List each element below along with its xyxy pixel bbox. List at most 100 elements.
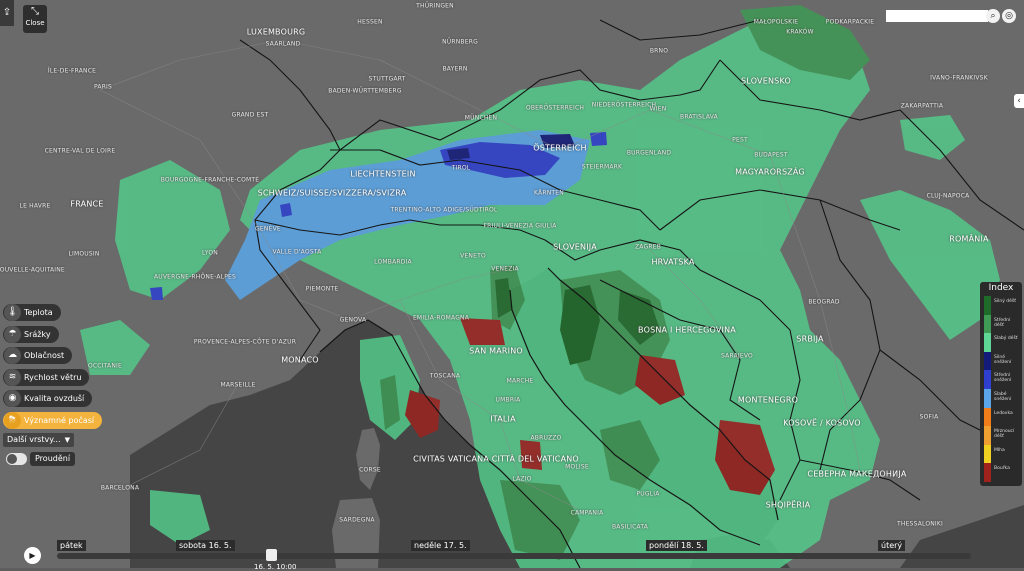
- region-label: Auvergne-Rhône-Alpes: [153, 273, 237, 281]
- region-label: Beograd: [808, 298, 840, 306]
- layer-srazky-icon: ☂: [4, 325, 21, 343]
- region-label: Trentino-Alto Adige/Südtirol: [390, 206, 498, 214]
- region-label: Hessen: [357, 18, 383, 26]
- region-label: Piemonte: [305, 285, 339, 293]
- corner-icon[interactable]: ⇪: [0, 0, 14, 26]
- legend-title: Index: [988, 283, 1014, 293]
- region-label: Kraków: [786, 28, 814, 36]
- locate-icon[interactable]: ◎: [1002, 9, 1016, 23]
- play-button[interactable]: ▶: [24, 547, 41, 564]
- region-label: Friuli-Venezia Giulia: [483, 222, 557, 230]
- legend-swatch: [984, 351, 991, 371]
- flow-toggle[interactable]: [6, 453, 27, 465]
- timeline-day-label[interactable]: úterý: [878, 540, 906, 551]
- region-label: Podkarpackie: [825, 18, 875, 26]
- country-label: San Marino: [469, 346, 523, 356]
- timeline-day-label[interactable]: pátek: [57, 540, 86, 551]
- region-label: München: [464, 114, 498, 122]
- region-label: Cluj-Napoca: [926, 192, 970, 200]
- search-icon[interactable]: ⌕: [986, 9, 1000, 23]
- country-label: Österreich: [533, 143, 587, 153]
- region-label: Occitanie: [87, 362, 123, 370]
- region-label: Puglia: [636, 490, 660, 498]
- legend-swatch: [984, 314, 991, 334]
- legend-swatch: [984, 333, 991, 352]
- region-label: Lombardia: [374, 258, 412, 266]
- chevron-left-icon[interactable]: ‹: [1014, 94, 1024, 108]
- timeline-track[interactable]: [57, 553, 971, 559]
- layer-pocasi-icon: ⛈: [4, 411, 21, 429]
- layer-label: Srážky: [24, 329, 51, 339]
- country-label: France: [70, 199, 104, 209]
- country-label: Kosovë / Kosovo: [783, 418, 861, 428]
- search-input[interactable]: [886, 10, 988, 22]
- legend-swatch: [984, 426, 991, 445]
- weather-map[interactable]: [0, 0, 1024, 568]
- country-label: Liechtenstein: [350, 169, 416, 179]
- layer-button-srazky[interactable]: ☂ Srážky: [3, 325, 59, 343]
- close-label: Close: [25, 19, 45, 27]
- region-label: Niederösterreich: [591, 101, 657, 109]
- legend-label: Slabé sněžení: [994, 392, 1012, 402]
- layer-label: Kvalita ovzduší: [24, 394, 85, 403]
- layer-button-vitr[interactable]: ≋ Rychlost větru: [3, 368, 90, 386]
- region-label: Limousin: [68, 250, 100, 258]
- region-label: Lyon: [202, 249, 218, 257]
- country-label: Monaco: [281, 355, 319, 365]
- region-label: Umbria: [495, 396, 521, 404]
- legend-label: Mlha: [994, 447, 1005, 453]
- legend-label: Silné sněžení: [994, 354, 1012, 365]
- region-label: Abruzzo: [530, 434, 562, 442]
- region-label: Lazio: [512, 475, 532, 483]
- region-label: Thüringen: [416, 2, 454, 10]
- timeline-handle[interactable]: [265, 549, 277, 561]
- region-label: Baden-Württemberg: [328, 87, 402, 95]
- layer-label: Rychlost větru: [24, 372, 82, 382]
- region-label: Nürnberg: [442, 38, 478, 46]
- region-label: Oberösterreich: [525, 104, 585, 112]
- region-label: Molise: [565, 463, 589, 471]
- country-label: Italia: [490, 414, 516, 424]
- collapse-icon: ⤡: [31, 6, 39, 17]
- region-label: Thessaloniki: [896, 520, 944, 528]
- layer-vitr-icon: ≋: [4, 368, 21, 386]
- region-label: Corse: [359, 466, 381, 474]
- country-label: Slovensko: [741, 76, 791, 86]
- region-label: Sofia: [919, 413, 939, 421]
- region-label: Małopolskie: [753, 18, 799, 26]
- more-layers-label: Další vrstvy...: [7, 435, 61, 444]
- more-layers-select[interactable]: Další vrstvy... ▼: [3, 433, 74, 447]
- country-label: Северна Македонија: [807, 469, 907, 479]
- legend-label: Bouřka: [994, 466, 1010, 472]
- region-label: Bratislava: [680, 113, 718, 121]
- country-label: Civitas Vaticana Città del Vaticano: [413, 454, 579, 464]
- region-label: Stuttgart: [368, 75, 406, 83]
- region-label: Zakarpattia: [900, 102, 944, 110]
- country-label: Montenegro: [737, 395, 799, 405]
- region-label: Île-de-France: [47, 67, 97, 75]
- layer-button-oblacnost[interactable]: ☁ Oblačnost: [3, 347, 73, 364]
- region-label: Bayern: [442, 65, 468, 73]
- country-label: Bosna i Hercegovina: [638, 325, 736, 335]
- timeline-day-label[interactable]: neděle 17. 5.: [411, 540, 470, 551]
- legend-label: Ledovka: [994, 410, 1013, 416]
- layer-button-pocasi[interactable]: ⛈ Významné počasí: [3, 411, 103, 429]
- legend-label: Střední déšť: [994, 317, 1011, 328]
- layer-button-ovzdusi[interactable]: ◉ Kvalita ovzduší: [3, 390, 93, 407]
- layer-button-teplota[interactable]: 🌡 Teplota: [3, 304, 61, 321]
- timeline-day-label[interactable]: pondělí 18. 5.: [646, 540, 707, 551]
- country-label: Srbija: [796, 334, 824, 344]
- close-button[interactable]: ⤡ Close: [23, 5, 47, 33]
- country-label: Slovenija: [553, 242, 597, 252]
- region-label: Marche: [506, 377, 534, 385]
- timeline-day-label[interactable]: sobota 16. 5.: [176, 540, 235, 551]
- layer-label: Teplota: [24, 308, 53, 317]
- country-label: Hrvatska: [651, 257, 695, 267]
- region-label: Basilicata: [611, 523, 649, 531]
- region-label: Sardegna: [339, 516, 375, 524]
- region-label: Marseille: [220, 381, 256, 389]
- region-label: Sarajevo: [721, 352, 753, 360]
- region-label: Provence-Alpes-Côte d'Azur: [193, 338, 297, 346]
- legend-swatch: [984, 370, 991, 389]
- region-label: Barcelona: [100, 484, 140, 492]
